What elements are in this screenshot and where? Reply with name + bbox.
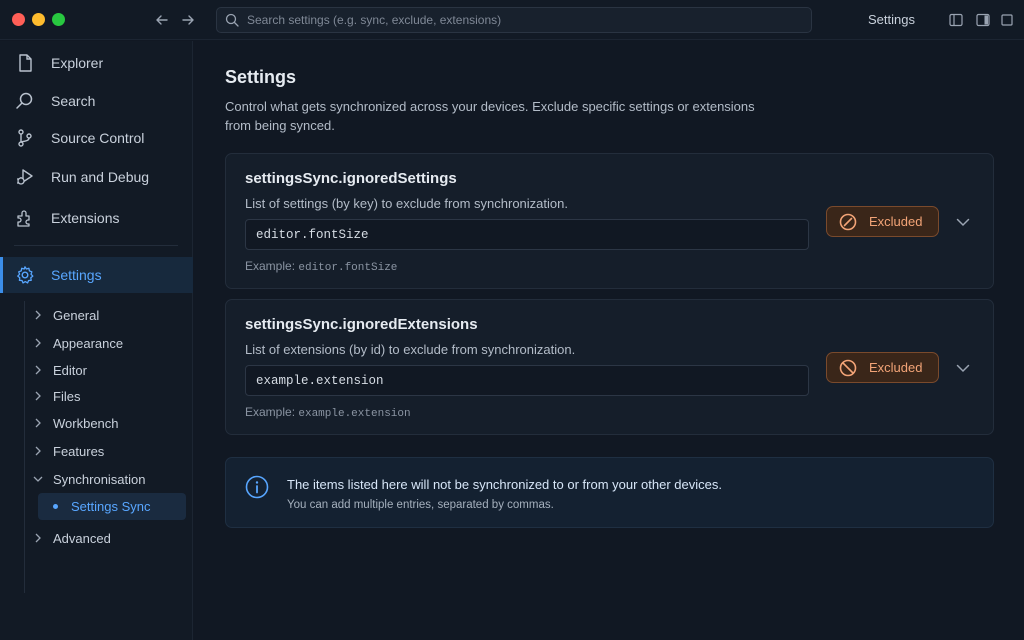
tree-item-label: Editor: [53, 362, 87, 378]
sidebar-item-run-debug[interactable]: Run and Debug: [0, 159, 193, 195]
tree-item-appearance[interactable]: Appearance: [32, 331, 123, 355]
example-value: example.extension: [298, 408, 411, 420]
prohibited-icon: [839, 359, 857, 377]
chevron-right-icon: [32, 391, 44, 401]
arrow-left-icon: [156, 15, 168, 25]
expand-setting-button[interactable]: [954, 213, 972, 231]
sidebar-item-label: Settings: [51, 267, 102, 283]
sidebar-item-label: Explorer: [51, 55, 104, 71]
sidebar-item-label: Run and Debug: [51, 169, 150, 185]
tree-item-label: Workbench: [53, 415, 119, 431]
settings-search-bar[interactable]: [216, 7, 812, 33]
source-control-icon: [14, 127, 36, 149]
toggle-panel-button[interactable]: [998, 11, 1016, 29]
search-icon: [225, 13, 239, 27]
example-value: editor.fontSize: [298, 262, 398, 274]
forward-button[interactable]: [178, 10, 198, 30]
ignored-settings-input[interactable]: [245, 219, 809, 250]
square-icon: [1001, 14, 1013, 26]
setting-card-ignored-settings: settingsSync.ignoredSettings List of set…: [225, 153, 994, 289]
extensions-icon: [14, 207, 36, 229]
sidebar-item-label: Search: [51, 93, 96, 109]
setting-card-ignored-extensions: settingsSync.ignoredExtensions List of e…: [225, 299, 994, 435]
excluded-toggle-button[interactable]: Excluded: [826, 352, 939, 383]
chevron-right-icon: [32, 365, 44, 375]
tree-item-label: General: [53, 307, 100, 323]
tree-item-workbench[interactable]: Workbench: [32, 411, 119, 435]
tree-item-label: Appearance: [53, 335, 124, 351]
tree-item-advanced[interactable]: Advanced: [32, 526, 111, 550]
tree-item-synchronisation[interactable]: Synchronisation: [32, 467, 146, 491]
tree-item-editor[interactable]: Editor: [32, 358, 87, 382]
chevron-right-icon: [32, 533, 44, 543]
chevron-down-icon: [956, 364, 970, 372]
sidebar-item-extensions[interactable]: Extensions: [0, 200, 193, 236]
ignored-extensions-input[interactable]: [245, 365, 809, 396]
info-notice: The items listed here will not be synchr…: [225, 457, 994, 528]
tree-item-label: Files: [53, 388, 81, 404]
selected-dot-icon: [53, 504, 58, 509]
title-bar: Settings: [0, 0, 1024, 40]
sidebar-item-explorer[interactable]: Explorer: [0, 45, 193, 81]
tree-item-label: Features: [53, 443, 105, 459]
settings-editor: Settings Control what gets synchronized …: [194, 41, 1024, 640]
chevron-down-icon: [32, 475, 44, 483]
tree-item-files[interactable]: Files: [32, 384, 80, 408]
excluded-label: Excluded: [869, 360, 923, 375]
expand-setting-button[interactable]: [954, 359, 972, 377]
sidebar-item-label: Extensions: [51, 210, 120, 226]
chevron-right-icon: [32, 418, 44, 428]
setting-title: settingsSync.ignoredExtensions: [245, 316, 478, 333]
sidebar-right-icon: [976, 13, 990, 27]
toggle-primary-sidebar-button[interactable]: [947, 11, 965, 29]
search-icon: [14, 90, 36, 112]
excluded-label: Excluded: [869, 214, 923, 229]
arrow-right-icon: [182, 15, 194, 25]
setting-description: List of extensions (by id) to exclude fr…: [245, 342, 576, 357]
sidebar-item-label: Source Control: [51, 130, 145, 146]
page-description: Control what gets synchronized across yo…: [225, 99, 755, 133]
tree-guide-line: [24, 301, 25, 593]
sidebar: Explorer Search Source Control Run and D…: [0, 41, 193, 640]
gear-icon: [14, 264, 36, 286]
prohibited-icon: [839, 213, 857, 231]
chevron-down-icon: [956, 218, 970, 226]
tree-item-features[interactable]: Features: [32, 439, 104, 463]
tree-item-settings-sync[interactable]: Settings Sync: [38, 493, 186, 520]
sidebar-item-settings[interactable]: Settings: [0, 257, 193, 293]
run-debug-icon: [14, 166, 36, 188]
example-label: Example:: [245, 259, 296, 273]
info-icon: [245, 475, 269, 502]
info-sub-text: You can add multiple entries, separated …: [287, 499, 554, 511]
setting-example: Example: example.extension: [245, 405, 411, 420]
back-button[interactable]: [152, 10, 172, 30]
setting-description: List of settings (by key) to exclude fro…: [245, 196, 568, 211]
tree-item-general[interactable]: General: [32, 303, 99, 327]
tree-item-label: Settings Sync: [71, 499, 151, 514]
excluded-toggle-button[interactable]: Excluded: [826, 206, 939, 237]
chevron-right-icon: [32, 338, 44, 348]
settings-search-input[interactable]: [247, 13, 787, 27]
file-icon: [14, 52, 36, 74]
maximize-window-button[interactable]: [52, 13, 65, 26]
sidebar-item-source-control[interactable]: Source Control: [0, 120, 193, 156]
sidebar-item-search[interactable]: Search: [0, 83, 193, 119]
page-title: Settings: [225, 67, 297, 87]
tree-item-label: Synchronisation: [53, 471, 146, 487]
chevron-right-icon: [32, 446, 44, 456]
sidebar-left-icon: [949, 13, 963, 27]
setting-title: settingsSync.ignoredSettings: [245, 170, 457, 187]
chevron-right-icon: [32, 310, 44, 320]
toggle-secondary-sidebar-button[interactable]: [974, 11, 992, 29]
sidebar-divider: [14, 245, 178, 246]
setting-example: Example: editor.fontSize: [245, 259, 397, 274]
minimize-window-button[interactable]: [32, 13, 45, 26]
close-window-button[interactable]: [12, 13, 25, 26]
example-label: Example:: [245, 405, 296, 419]
info-main-text: The items listed here will not be synchr…: [287, 477, 722, 492]
tree-item-label: Advanced: [53, 530, 111, 546]
window-title: Settings: [868, 12, 915, 27]
